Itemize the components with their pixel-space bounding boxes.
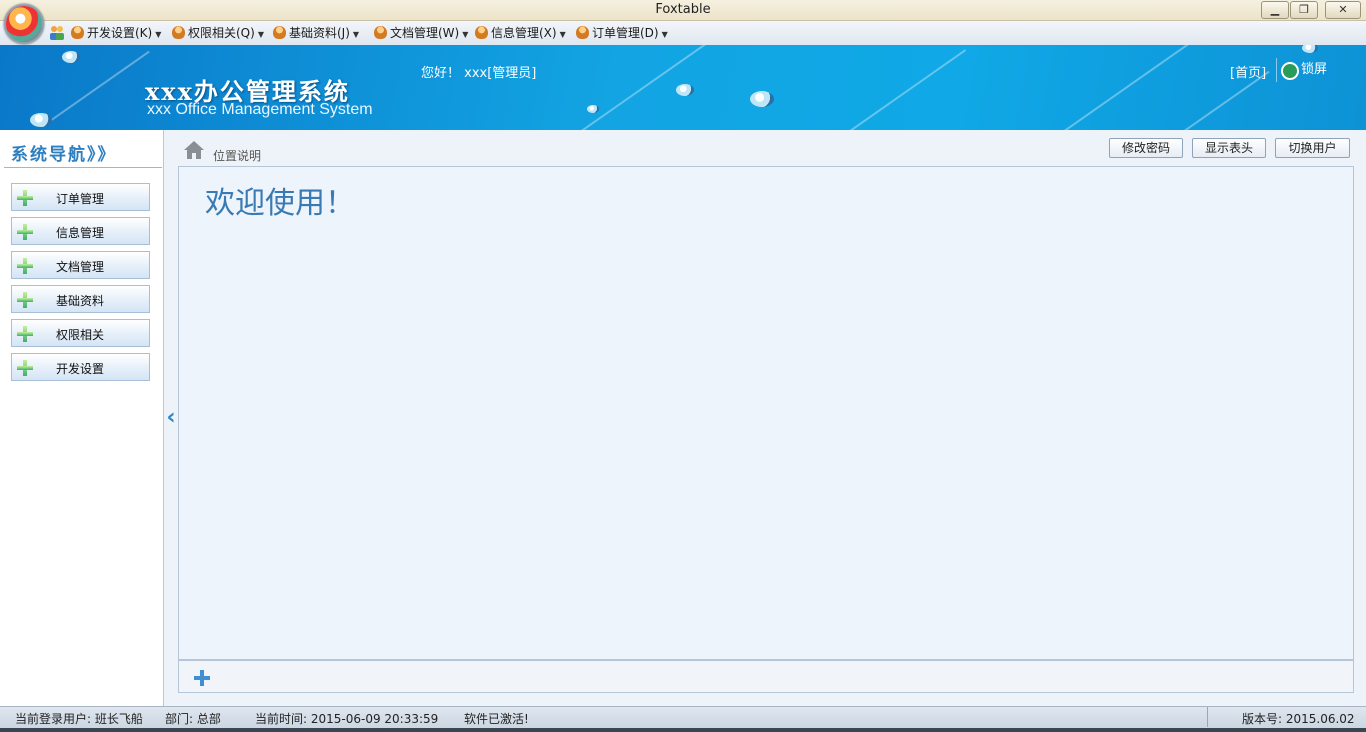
sidebar-item-label: 基础资料 bbox=[56, 294, 105, 308]
minimize-icon: ▁ bbox=[1270, 3, 1280, 16]
status-activation: 软件已激活! bbox=[464, 712, 529, 726]
user-icon bbox=[374, 26, 387, 39]
chevron-down-icon: ▼ bbox=[462, 30, 469, 39]
users-icon[interactable] bbox=[49, 25, 65, 40]
sidebar-item-label: 信息管理 bbox=[56, 226, 105, 240]
user-icon bbox=[71, 26, 84, 39]
content-gutter bbox=[1354, 166, 1366, 706]
user-icon bbox=[576, 26, 589, 39]
user-greeting: 您好！ xxx[管理员] bbox=[421, 66, 537, 81]
menu-label: 文档管理(W) bbox=[390, 26, 460, 40]
content-toolbar bbox=[164, 130, 1366, 166]
sidebar-item-label: 订单管理 bbox=[56, 192, 105, 206]
minimize-button[interactable]: ▁ bbox=[1261, 1, 1289, 19]
home-link[interactable]: [首页] bbox=[1230, 62, 1266, 81]
menu-documents[interactable]: 文档管理(W) ▼ bbox=[374, 24, 468, 42]
sidebar-title: 系统导航》》 bbox=[11, 145, 117, 165]
plus-icon bbox=[17, 360, 33, 376]
window-title: Foxtable bbox=[655, 2, 711, 17]
sidebar-item-orders[interactable]: 订单管理 bbox=[11, 183, 150, 211]
sidebar-item-permissions[interactable]: 权限相关 bbox=[11, 319, 150, 347]
menu-basic-data[interactable]: 基础资料(J) ▼ bbox=[273, 24, 359, 42]
location-label: 位置说明 bbox=[213, 149, 262, 163]
show-header-button[interactable]: 显示表头 bbox=[1192, 138, 1266, 158]
chevron-down-icon: ▼ bbox=[352, 30, 360, 39]
system-subtitle: xxx Office Management System bbox=[147, 101, 373, 118]
plus-icon bbox=[17, 326, 33, 342]
status-divider bbox=[1207, 707, 1208, 727]
menu-label: 开发设置(K) bbox=[87, 26, 153, 40]
chevron-down-icon: ▼ bbox=[155, 30, 162, 39]
status-department: 部门: 总部 bbox=[165, 712, 221, 726]
sidebar-item-information[interactable]: 信息管理 bbox=[11, 217, 150, 245]
plus-icon bbox=[17, 258, 33, 274]
sidebar-item-documents[interactable]: 文档管理 bbox=[11, 251, 150, 279]
close-icon: ✕ bbox=[1338, 3, 1348, 16]
sidebar-item-label: 权限相关 bbox=[56, 328, 105, 342]
status-current-time: 当前时间: 2015-06-09 20:33:59 bbox=[255, 712, 439, 726]
sidebar-divider bbox=[4, 167, 162, 168]
user-icon bbox=[475, 26, 488, 39]
menu-information[interactable]: 信息管理(X) ▼ bbox=[475, 24, 566, 42]
main-panel bbox=[178, 166, 1354, 660]
taskbar-strip bbox=[0, 728, 1366, 732]
welcome-message: 欢迎使用！ bbox=[205, 186, 355, 221]
add-icon[interactable] bbox=[193, 669, 211, 687]
switch-user-button[interactable]: 切换用户 bbox=[1275, 138, 1350, 158]
chevron-down-icon: ▼ bbox=[257, 30, 264, 39]
sidebar-item-dev-settings[interactable]: 开发设置 bbox=[11, 353, 150, 381]
lock-label: 锁屏 bbox=[1301, 62, 1328, 77]
user-icon bbox=[172, 26, 185, 39]
status-version: 版本号: 2015.06.02 bbox=[1242, 712, 1355, 726]
restore-icon: ❐ bbox=[1299, 3, 1309, 16]
content-gutter bbox=[178, 693, 1366, 706]
menu-label: 基础资料(J) bbox=[289, 26, 350, 40]
menu-label: 权限相关(Q) bbox=[188, 26, 255, 40]
chevron-down-icon: ▼ bbox=[559, 30, 566, 39]
panel-footer bbox=[178, 660, 1354, 693]
status-current-user: 当前登录用户: 班长飞船 bbox=[15, 712, 143, 726]
menu-orders[interactable]: 订单管理(D) ▼ bbox=[576, 24, 668, 42]
sidebar-item-basic-data[interactable]: 基础资料 bbox=[11, 285, 150, 313]
close-button[interactable]: ✕ bbox=[1325, 1, 1361, 19]
sidebar-item-label: 开发设置 bbox=[56, 362, 105, 376]
menu-permissions[interactable]: 权限相关(Q) ▼ bbox=[172, 24, 264, 42]
menu-dev-settings[interactable]: 开发设置(K) ▼ bbox=[71, 24, 161, 42]
sidebar-item-label: 文档管理 bbox=[56, 260, 105, 274]
plus-icon bbox=[17, 190, 33, 206]
chevron-down-icon: ▼ bbox=[661, 30, 668, 39]
content-gutter bbox=[164, 166, 178, 706]
home-icon[interactable] bbox=[183, 139, 205, 161]
menu-label: 信息管理(X) bbox=[491, 26, 557, 40]
app-orb-icon[interactable] bbox=[4, 4, 44, 44]
restore-button[interactable]: ❐ bbox=[1290, 1, 1318, 19]
collapse-sidebar-icon[interactable]: ‹ bbox=[164, 406, 178, 432]
user-icon bbox=[273, 26, 286, 39]
menu-label: 订单管理(D) bbox=[592, 26, 659, 40]
change-password-button[interactable]: 修改密码 bbox=[1109, 138, 1183, 158]
lock-icon[interactable] bbox=[1281, 62, 1299, 80]
plus-icon bbox=[17, 292, 33, 308]
plus-icon bbox=[17, 224, 33, 240]
